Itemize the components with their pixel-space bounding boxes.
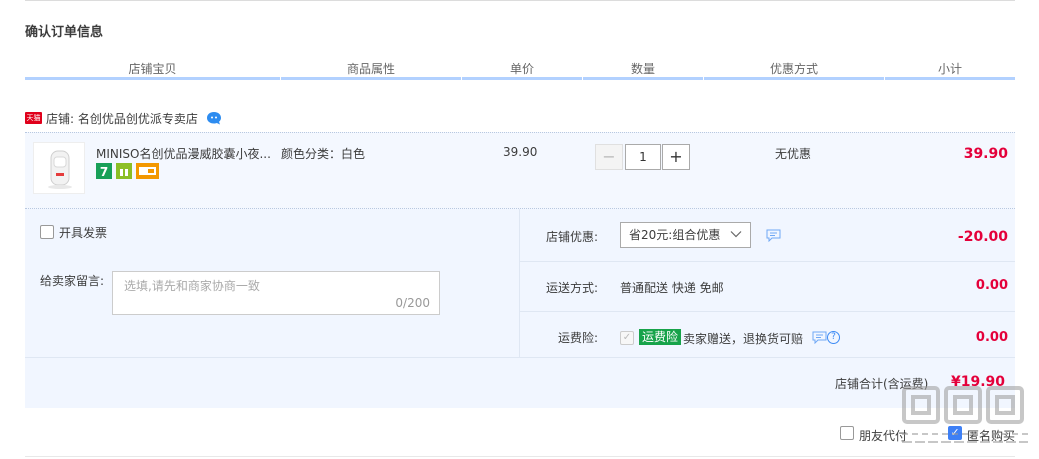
- night-light-product-image: [48, 150, 72, 189]
- product-thumbnail[interactable]: [33, 142, 85, 194]
- col-header-attribute: 商品属性: [346, 62, 395, 76]
- col-header-unit-price: 单价: [509, 62, 534, 76]
- insurance-comment-icon[interactable]: [812, 331, 827, 344]
- insurance-badge: 运费险: [639, 329, 682, 345]
- invoice-checkbox[interactable]: [40, 225, 54, 239]
- insurance-description: 卖家赠送，退换货可赔: [683, 332, 804, 346]
- product-attribute: 颜色分类：白色: [281, 147, 366, 161]
- seven-day-return-icon: 7: [96, 163, 112, 179]
- total-divider: [25, 357, 1015, 358]
- order-item-row: [25, 132, 1015, 209]
- friend-pay-checkbox[interactable]: [840, 426, 854, 440]
- item-subtotal: 39.90: [963, 146, 1008, 162]
- shop-name-link[interactable]: 店铺: 名创优品创优派专卖店: [46, 110, 198, 127]
- header-rule: [281, 77, 461, 80]
- credit-card-icon: [136, 163, 159, 179]
- watermark-logo: [902, 386, 1028, 443]
- header-rule: [25, 77, 280, 80]
- shipping-amount: 0.00: [975, 278, 1008, 293]
- seller-message-label: 给卖家留言:: [40, 274, 105, 288]
- row-divider: [519, 311, 1015, 312]
- promo-comment-icon[interactable]: [766, 229, 781, 242]
- header-rule: [885, 77, 1015, 80]
- message-char-counter: 0/200: [395, 296, 430, 310]
- svg-text:7: 7: [100, 165, 108, 179]
- header-rule: [704, 77, 884, 80]
- chevron-down-icon[interactable]: [729, 227, 743, 241]
- bottom-divider: [25, 456, 1015, 457]
- product-title-link[interactable]: MINISO名创优品漫威胶囊小夜...: [96, 145, 276, 162]
- col-header-item: 店铺宝贝: [128, 62, 177, 76]
- gift-icon: [116, 163, 132, 179]
- quantity-input[interactable]: 1: [625, 144, 661, 170]
- shop-row: 天猫 店铺: 名创优品创优派专卖店: [25, 110, 222, 126]
- col-header-quantity: 数量: [630, 62, 655, 76]
- unit-price: 39.90: [503, 145, 538, 159]
- discount-method: 无优惠: [775, 147, 812, 161]
- col-header-discount: 优惠方式: [769, 62, 818, 76]
- header-rule: [583, 77, 703, 80]
- seller-message-placeholder: 选填,请先和商家协商一致: [124, 279, 260, 293]
- shop-promo-label: 店铺优惠:: [545, 230, 598, 244]
- col-header-subtotal: 小计: [937, 62, 962, 76]
- invoice-label[interactable]: 开具发票: [59, 224, 107, 241]
- row-divider: [519, 261, 1015, 262]
- insurance-label: 运费险:: [557, 331, 598, 345]
- help-question-icon[interactable]: ?: [827, 331, 840, 344]
- shipping-method: 普通配送 快递 免邮: [620, 281, 724, 295]
- insurance-checkbox: ✓: [620, 331, 634, 345]
- shipping-label: 运送方式:: [545, 281, 598, 295]
- shop-promo-amount: -20.00: [957, 229, 1008, 245]
- header-rule: [462, 77, 582, 80]
- section-title: 确认订单信息: [25, 25, 104, 40]
- quantity-decrease-button[interactable]: −: [595, 144, 623, 170]
- quantity-increase-button[interactable]: +: [662, 144, 690, 170]
- top-divider: [25, 0, 1015, 2]
- wangwang-chat-icon[interactable]: [206, 111, 222, 125]
- tmall-badge-icon: 天猫: [25, 112, 42, 124]
- insurance-amount: 0.00: [975, 330, 1008, 345]
